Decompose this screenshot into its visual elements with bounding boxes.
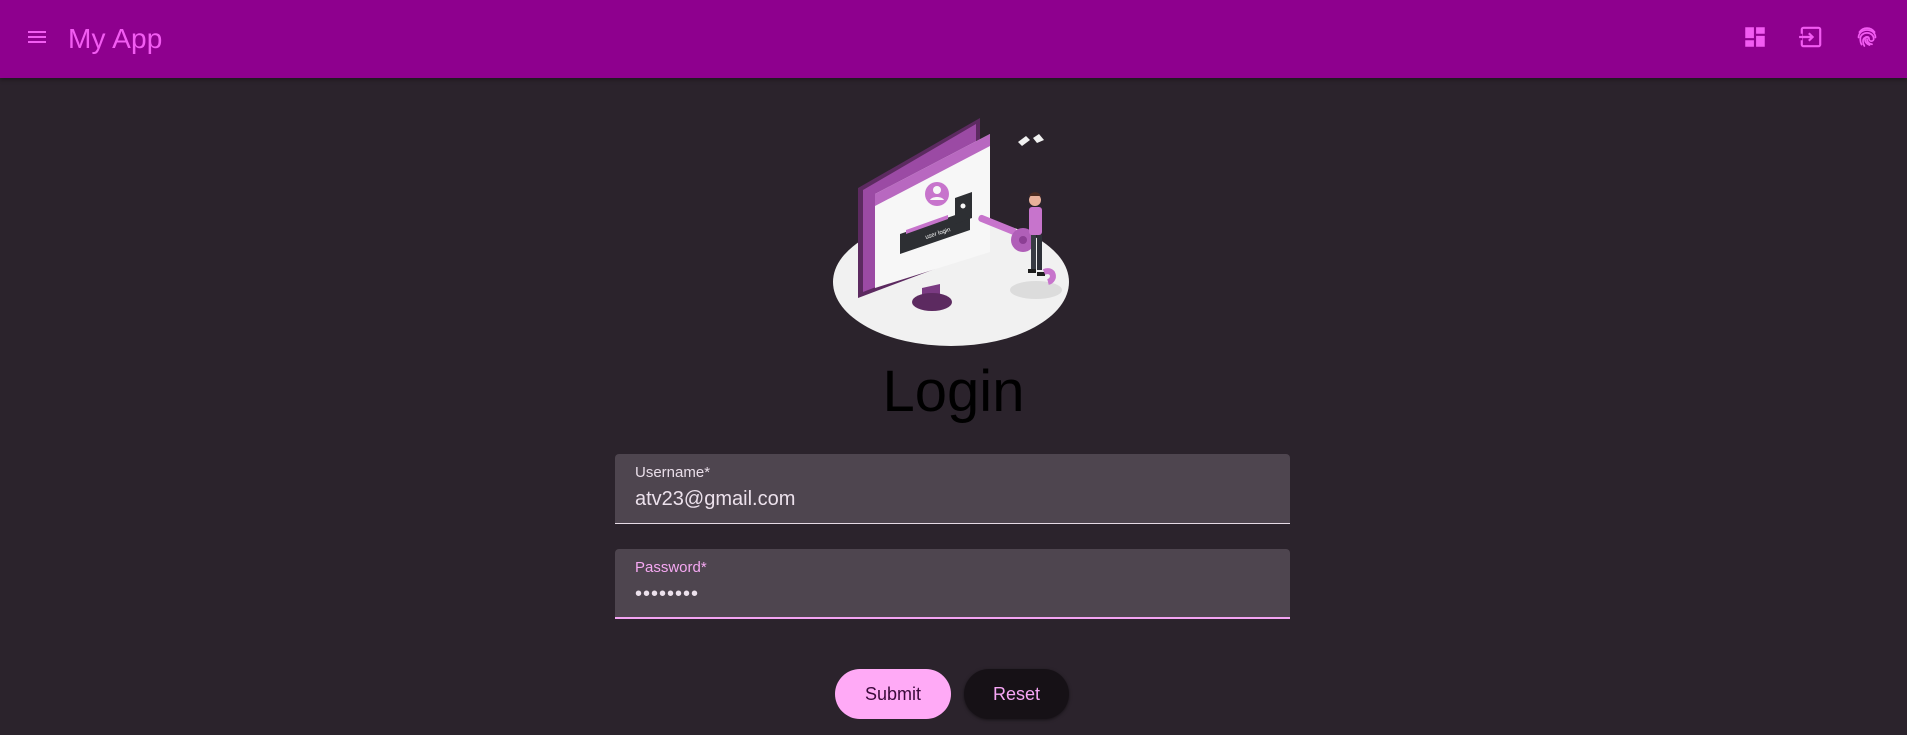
reset-button[interactable]: Reset (964, 669, 1069, 719)
password-input[interactable] (635, 581, 1265, 607)
page-title: Login (882, 359, 1025, 424)
username-label: Username* (635, 464, 711, 481)
dashboard-button[interactable] (1735, 19, 1775, 59)
app-title: My App (68, 23, 163, 54)
login-button[interactable] (1791, 19, 1831, 59)
username-input[interactable] (635, 486, 1265, 512)
dashboard-icon (1742, 24, 1768, 55)
username-field[interactable]: Username* (615, 454, 1290, 524)
menu-button[interactable] (17, 19, 57, 59)
password-field[interactable]: Password* (615, 549, 1290, 619)
submit-button[interactable]: Submit (835, 669, 951, 719)
password-label: Password* (635, 559, 707, 576)
top-app-bar: My App (0, 0, 1907, 78)
login-illustration: user login (830, 112, 1072, 350)
toolbar-actions (1735, 0, 1887, 78)
login-icon (1798, 24, 1824, 55)
fingerprint-icon (1854, 24, 1880, 55)
menu-icon (25, 25, 49, 54)
fingerprint-button[interactable] (1847, 19, 1887, 59)
